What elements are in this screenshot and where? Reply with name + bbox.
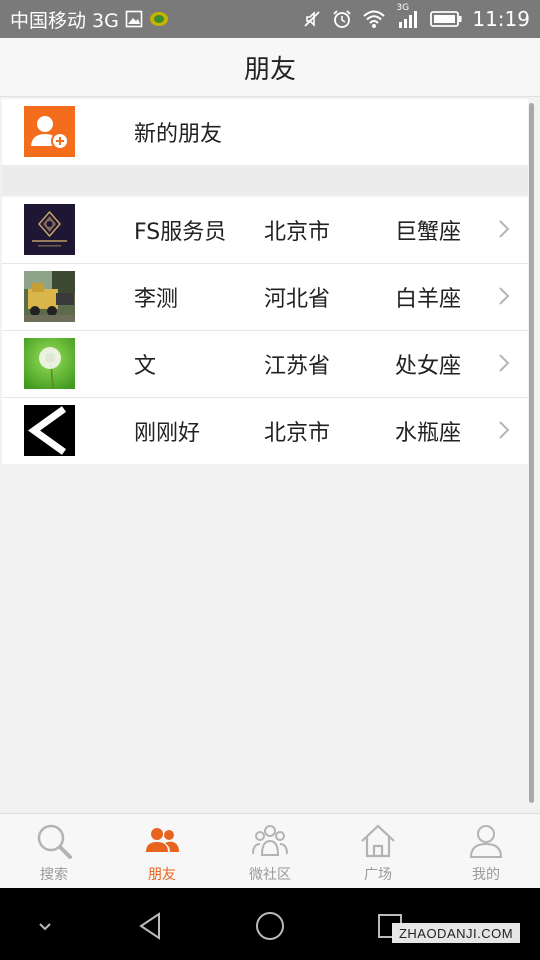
friend-city: 河北省: [264, 287, 331, 312]
new-friends-label: 新的朋友: [134, 122, 223, 147]
profile-icon: [467, 822, 505, 860]
signal-icon: 3G: [396, 3, 420, 29]
tab-mine[interactable]: 我的: [432, 814, 540, 889]
friend-name: 刚刚好: [134, 421, 201, 446]
friend-zodiac: 水瓶座: [395, 421, 462, 446]
friend-city: 北京市: [264, 220, 331, 245]
watermark: ZHAODANJI.COM: [392, 923, 520, 943]
community-icon: [251, 822, 289, 860]
tab-label: 微社区: [249, 867, 291, 883]
friend-row[interactable]: 刚刚好 北京市 水瓶座: [2, 398, 528, 464]
section-gap: [2, 165, 528, 195]
bottom-tab-bar: 搜索 朋友 微社区 广场 我的: [0, 813, 540, 888]
image-icon: [125, 10, 143, 28]
friend-city: 江苏省: [264, 354, 331, 379]
friend-city: 北京市: [264, 421, 331, 446]
tab-search[interactable]: 搜索: [0, 814, 108, 889]
new-friends-row[interactable]: 新的朋友: [2, 99, 528, 165]
clock: 11:19: [472, 7, 530, 31]
friends-list-area[interactable]: 新的朋友 FS服务员 北京市 巨蟹座 李测 河北省 白羊座 文 江苏省 处女座 …: [0, 97, 540, 813]
friend-row[interactable]: 文 江苏省 处女座: [2, 331, 528, 397]
alarm-icon: [332, 9, 352, 29]
friend-zodiac: 巨蟹座: [395, 220, 462, 245]
wifi-icon: [362, 9, 386, 29]
home-circle-icon[interactable]: [250, 906, 290, 946]
chevron-right-icon: [498, 353, 510, 377]
arrow-left-image: [24, 405, 75, 456]
back-icon[interactable]: [130, 906, 170, 946]
chevron-right-icon: [498, 286, 510, 310]
status-bar: 中国移动 3G 3G 11:19: [0, 0, 540, 38]
add-contact-icon: [24, 106, 75, 157]
friend-zodiac: 处女座: [395, 354, 462, 379]
friend-zodiac: 白羊座: [395, 287, 462, 312]
app-notification-icon: [149, 10, 169, 28]
truck-photo: [24, 271, 75, 322]
chevron-right-icon: [498, 420, 510, 444]
tab-label: 搜索: [40, 867, 68, 883]
tab-label: 我的: [472, 867, 500, 883]
home-icon: [359, 822, 397, 860]
scrollbar[interactable]: [529, 103, 534, 803]
page-title: 朋友: [243, 54, 296, 85]
header: 朋友: [0, 38, 540, 97]
mute-icon: [302, 9, 322, 29]
battery-icon: [430, 10, 462, 28]
dandelion-photo: [24, 338, 75, 389]
carrier-label: 中国移动 3G: [10, 9, 119, 32]
tab-square[interactable]: 广场: [324, 814, 432, 889]
friend-name: FS服务员: [134, 220, 227, 245]
friends-icon: [143, 822, 181, 860]
tab-label: 朋友: [148, 867, 176, 883]
friend-row[interactable]: 李测 河北省 白羊座: [2, 264, 528, 330]
search-icon: [35, 822, 73, 860]
collapse-icon[interactable]: [25, 906, 65, 946]
friend-name: 李测: [134, 287, 179, 312]
tab-community[interactable]: 微社区: [216, 814, 324, 889]
chevron-right-icon: [498, 219, 510, 243]
fashion-singles-logo: [24, 204, 75, 255]
tab-label: 广场: [364, 867, 392, 883]
tab-friends[interactable]: 朋友: [108, 814, 216, 889]
network-badge: 3G: [396, 3, 410, 13]
friend-name: 文: [134, 354, 157, 379]
friend-row[interactable]: FS服务员 北京市 巨蟹座: [2, 197, 528, 263]
